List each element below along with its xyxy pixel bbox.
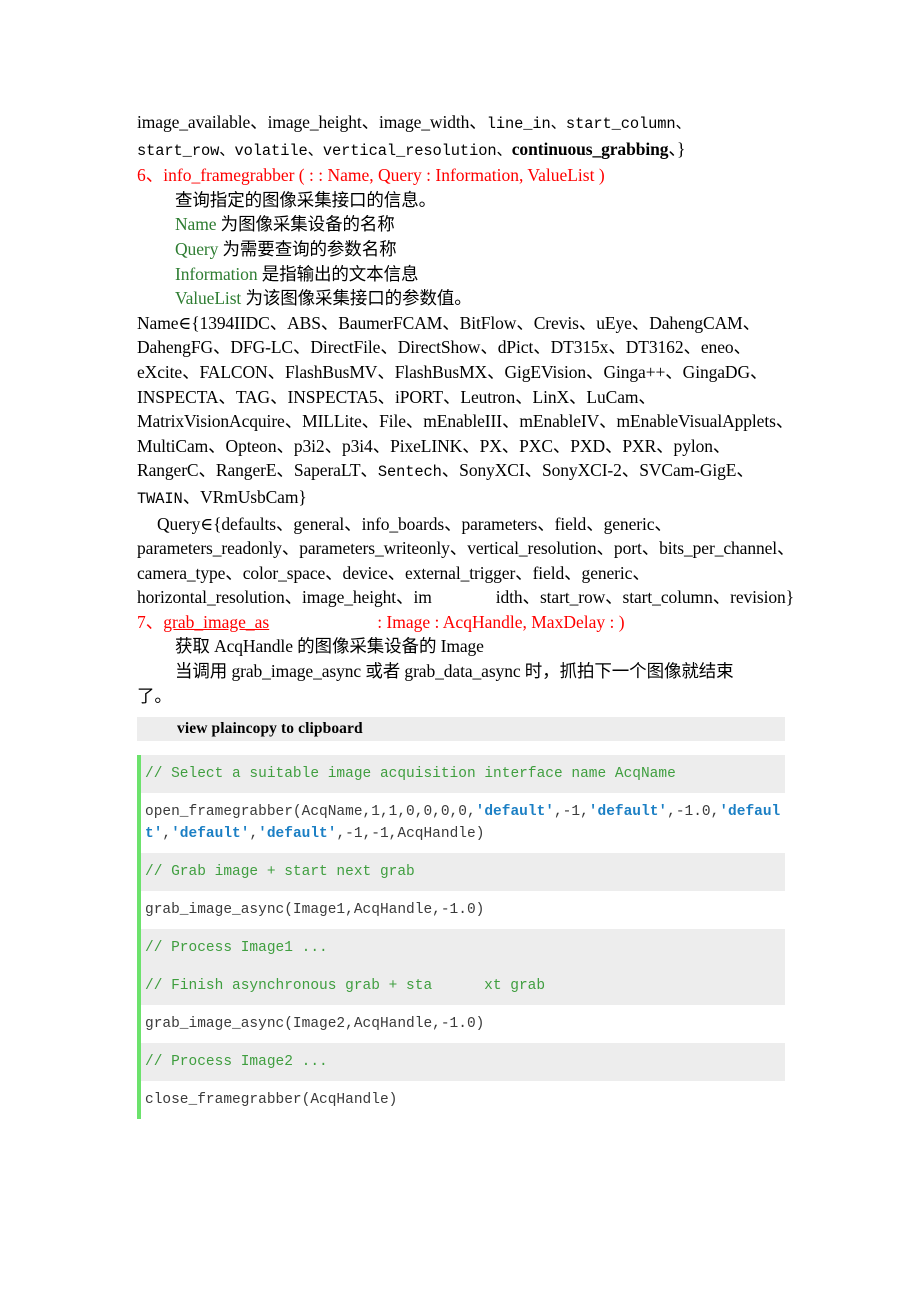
code-text: close_framegrabber(AcqHandle) bbox=[145, 1092, 398, 1109]
code-snippet: view plaincopy to clipboard // Select a … bbox=[137, 717, 785, 1120]
param-term-query: Query bbox=[175, 238, 219, 259]
param-desc-query: 为需要查询的参数名称 bbox=[218, 238, 397, 259]
name-set-prefix: Name∈{ bbox=[137, 312, 200, 333]
code-copy-to-clipboard-button[interactable]: to clipboard bbox=[281, 720, 363, 737]
code-keyword: 'default' bbox=[475, 804, 554, 821]
document-page: image_available、image_height、image_width… bbox=[0, 0, 920, 1302]
code-line: open_framegrabber(AcqName,1,1,0,0,0,0,'d… bbox=[141, 793, 785, 854]
code-line: grab_image_async(Image2,AcqHandle,-1.0) bbox=[141, 1005, 785, 1044]
name-set-sentech: Sentech bbox=[377, 463, 442, 482]
code-keyword: 'default' bbox=[588, 804, 668, 821]
section-6-heading: 6、info_framegrabber ( : : Name, Query : … bbox=[137, 165, 605, 186]
code-text: grab_image_async(Image2,AcqHandle,-1.0) bbox=[145, 1016, 485, 1033]
code-line: // Finish asynchronous grab + sta xt grab bbox=[141, 967, 785, 1006]
code-line: // Select a suitable image acquisition i… bbox=[141, 755, 785, 794]
name-set-line-8b: 、VRmUsbCam} bbox=[182, 486, 307, 507]
code-comment: // Process Image1 ... bbox=[145, 940, 328, 957]
param-list-serif-part: image_available、image_height、image_width… bbox=[137, 112, 487, 132]
code-line: // Grab image + start next grab bbox=[141, 853, 785, 892]
section-7-desc-3: 了。 bbox=[137, 685, 172, 706]
code-comment: // Grab image + start next grab bbox=[145, 864, 415, 881]
param-row-information: Information 是指输出的文本信息 bbox=[137, 262, 797, 287]
section-7-signature: : Image : AcqHandle, MaxDelay : ) bbox=[377, 611, 625, 632]
param-desc-information: 是指输出的文本信息 bbox=[257, 263, 419, 284]
name-set-block: Name∈{1394IIDC、ABS、BaumerFCAM、BitFlow、Cr… bbox=[137, 311, 797, 512]
query-set-line-5: start_column、revision} bbox=[622, 587, 795, 608]
section-7-desc-2: 当调用 grab_image_async 或者 grab_data_async … bbox=[175, 661, 734, 682]
code-view-button[interactable]: view bbox=[177, 720, 208, 737]
param-row-query: Query 为需要查询的参数名称 bbox=[137, 237, 797, 262]
query-set-prefix: Query∈{ bbox=[157, 513, 222, 534]
name-set-line-5: MatrixVisionAcquire、MILLite、File、mEnable… bbox=[137, 411, 794, 432]
param-continuous-grabbing: continuous_grabbing bbox=[511, 138, 669, 159]
name-set-line-7b: 、SonyXCI、SonyXCI-2、SVCam-GigE、 bbox=[441, 460, 754, 481]
name-set-line-7a: RangerC、RangerE、SaperaLT、 bbox=[137, 460, 378, 481]
name-set-line-1: 1394IIDC、ABS、BaumerFCAM、BitFlow、Crevis、u… bbox=[199, 312, 650, 333]
code-line: close_framegrabber(AcqHandle) bbox=[141, 1081, 785, 1120]
param-desc-name: 为图像采集设备的名称 bbox=[216, 214, 395, 235]
document-body: image_available、image_height、image_width… bbox=[137, 110, 797, 1120]
code-line: grab_image_async(Image1,AcqHandle,-1.0) bbox=[141, 891, 785, 930]
param-list-mono-part: line_in、start_column、 bbox=[486, 115, 691, 133]
query-set-line-2: parameters_readonly、parameters_writeonly… bbox=[137, 538, 660, 559]
code-text: ,-1, bbox=[553, 804, 589, 821]
code-comment: // Finish asynchronous grab + sta bbox=[145, 978, 433, 995]
code-line: // Process Image2 ... bbox=[141, 1043, 785, 1082]
code-toolbar: view plaincopy to clipboard bbox=[137, 717, 785, 742]
query-set-line-4b: idth、start_row、 bbox=[495, 587, 623, 608]
section-7-function-name: grab_image_as bbox=[163, 611, 270, 632]
code-text: , bbox=[162, 826, 172, 843]
param-row-name: Name 为图像采集设备的名称 bbox=[137, 212, 797, 237]
param-list-mono-part-2: start_row、volatile、vertical_resolution、 bbox=[137, 141, 512, 160]
query-set-line-1: defaults、general、info_boards、parameters、… bbox=[221, 513, 672, 534]
parameter-list-continuation-2: start_row、volatile、vertical_resolution、c… bbox=[137, 137, 797, 164]
code-keyword: 'default' bbox=[258, 826, 337, 843]
name-set-twain: TWAIN bbox=[137, 489, 183, 508]
param-term-name: Name bbox=[175, 214, 217, 235]
param-term-valuelist: ValueList bbox=[175, 288, 242, 309]
code-plaincopy-button[interactable]: plaincopy bbox=[212, 720, 278, 737]
parameter-list-continuation: image_available、image_height、image_width… bbox=[137, 110, 797, 137]
section-6-description: 查询指定的图像采集接口的信息。 bbox=[175, 189, 436, 210]
code-text: open_framegrabber(AcqName,1,1,0,0,0,0, bbox=[145, 804, 476, 821]
param-desc-valuelist: 为该图像采集接口的参数值。 bbox=[241, 288, 472, 309]
code-line: // Process Image1 ... bbox=[141, 929, 785, 968]
section-7-index: 7、 bbox=[137, 611, 164, 632]
section-7-heading: 7、grab_image_as : Image : AcqHandle, MaxD… bbox=[137, 610, 797, 635]
param-row-valuelist: ValueList 为该图像采集接口的参数值。 bbox=[137, 286, 797, 311]
section-7-desc-1: 获取 AcqHandle 的图像采集设备的 Image bbox=[175, 636, 484, 657]
param-list-tail: 、} bbox=[668, 138, 686, 159]
param-term-information: Information bbox=[175, 263, 258, 284]
code-text: , bbox=[249, 826, 259, 843]
name-set-line-6: MultiCam、Opteon、p3i2、p3i4、PixeLINK、PX、PX… bbox=[137, 435, 731, 456]
code-comment: // Process Image2 ... bbox=[145, 1054, 328, 1071]
code-keyword: 'default' bbox=[171, 826, 250, 843]
code-text: ,-1,-1,AcqHandle) bbox=[336, 826, 485, 843]
code-comment: // Select a suitable image acquisition i… bbox=[145, 766, 676, 783]
code-text: grab_image_async(Image1,AcqHandle,-1.0) bbox=[145, 902, 485, 919]
code-text: ,-1.0, bbox=[667, 804, 720, 821]
code-comment-tail: xt grab bbox=[484, 978, 546, 995]
query-set-block: Query∈{defaults、general、info_boards、para… bbox=[137, 512, 797, 610]
code-body[interactable]: // Select a suitable image acquisition i… bbox=[137, 755, 785, 1120]
